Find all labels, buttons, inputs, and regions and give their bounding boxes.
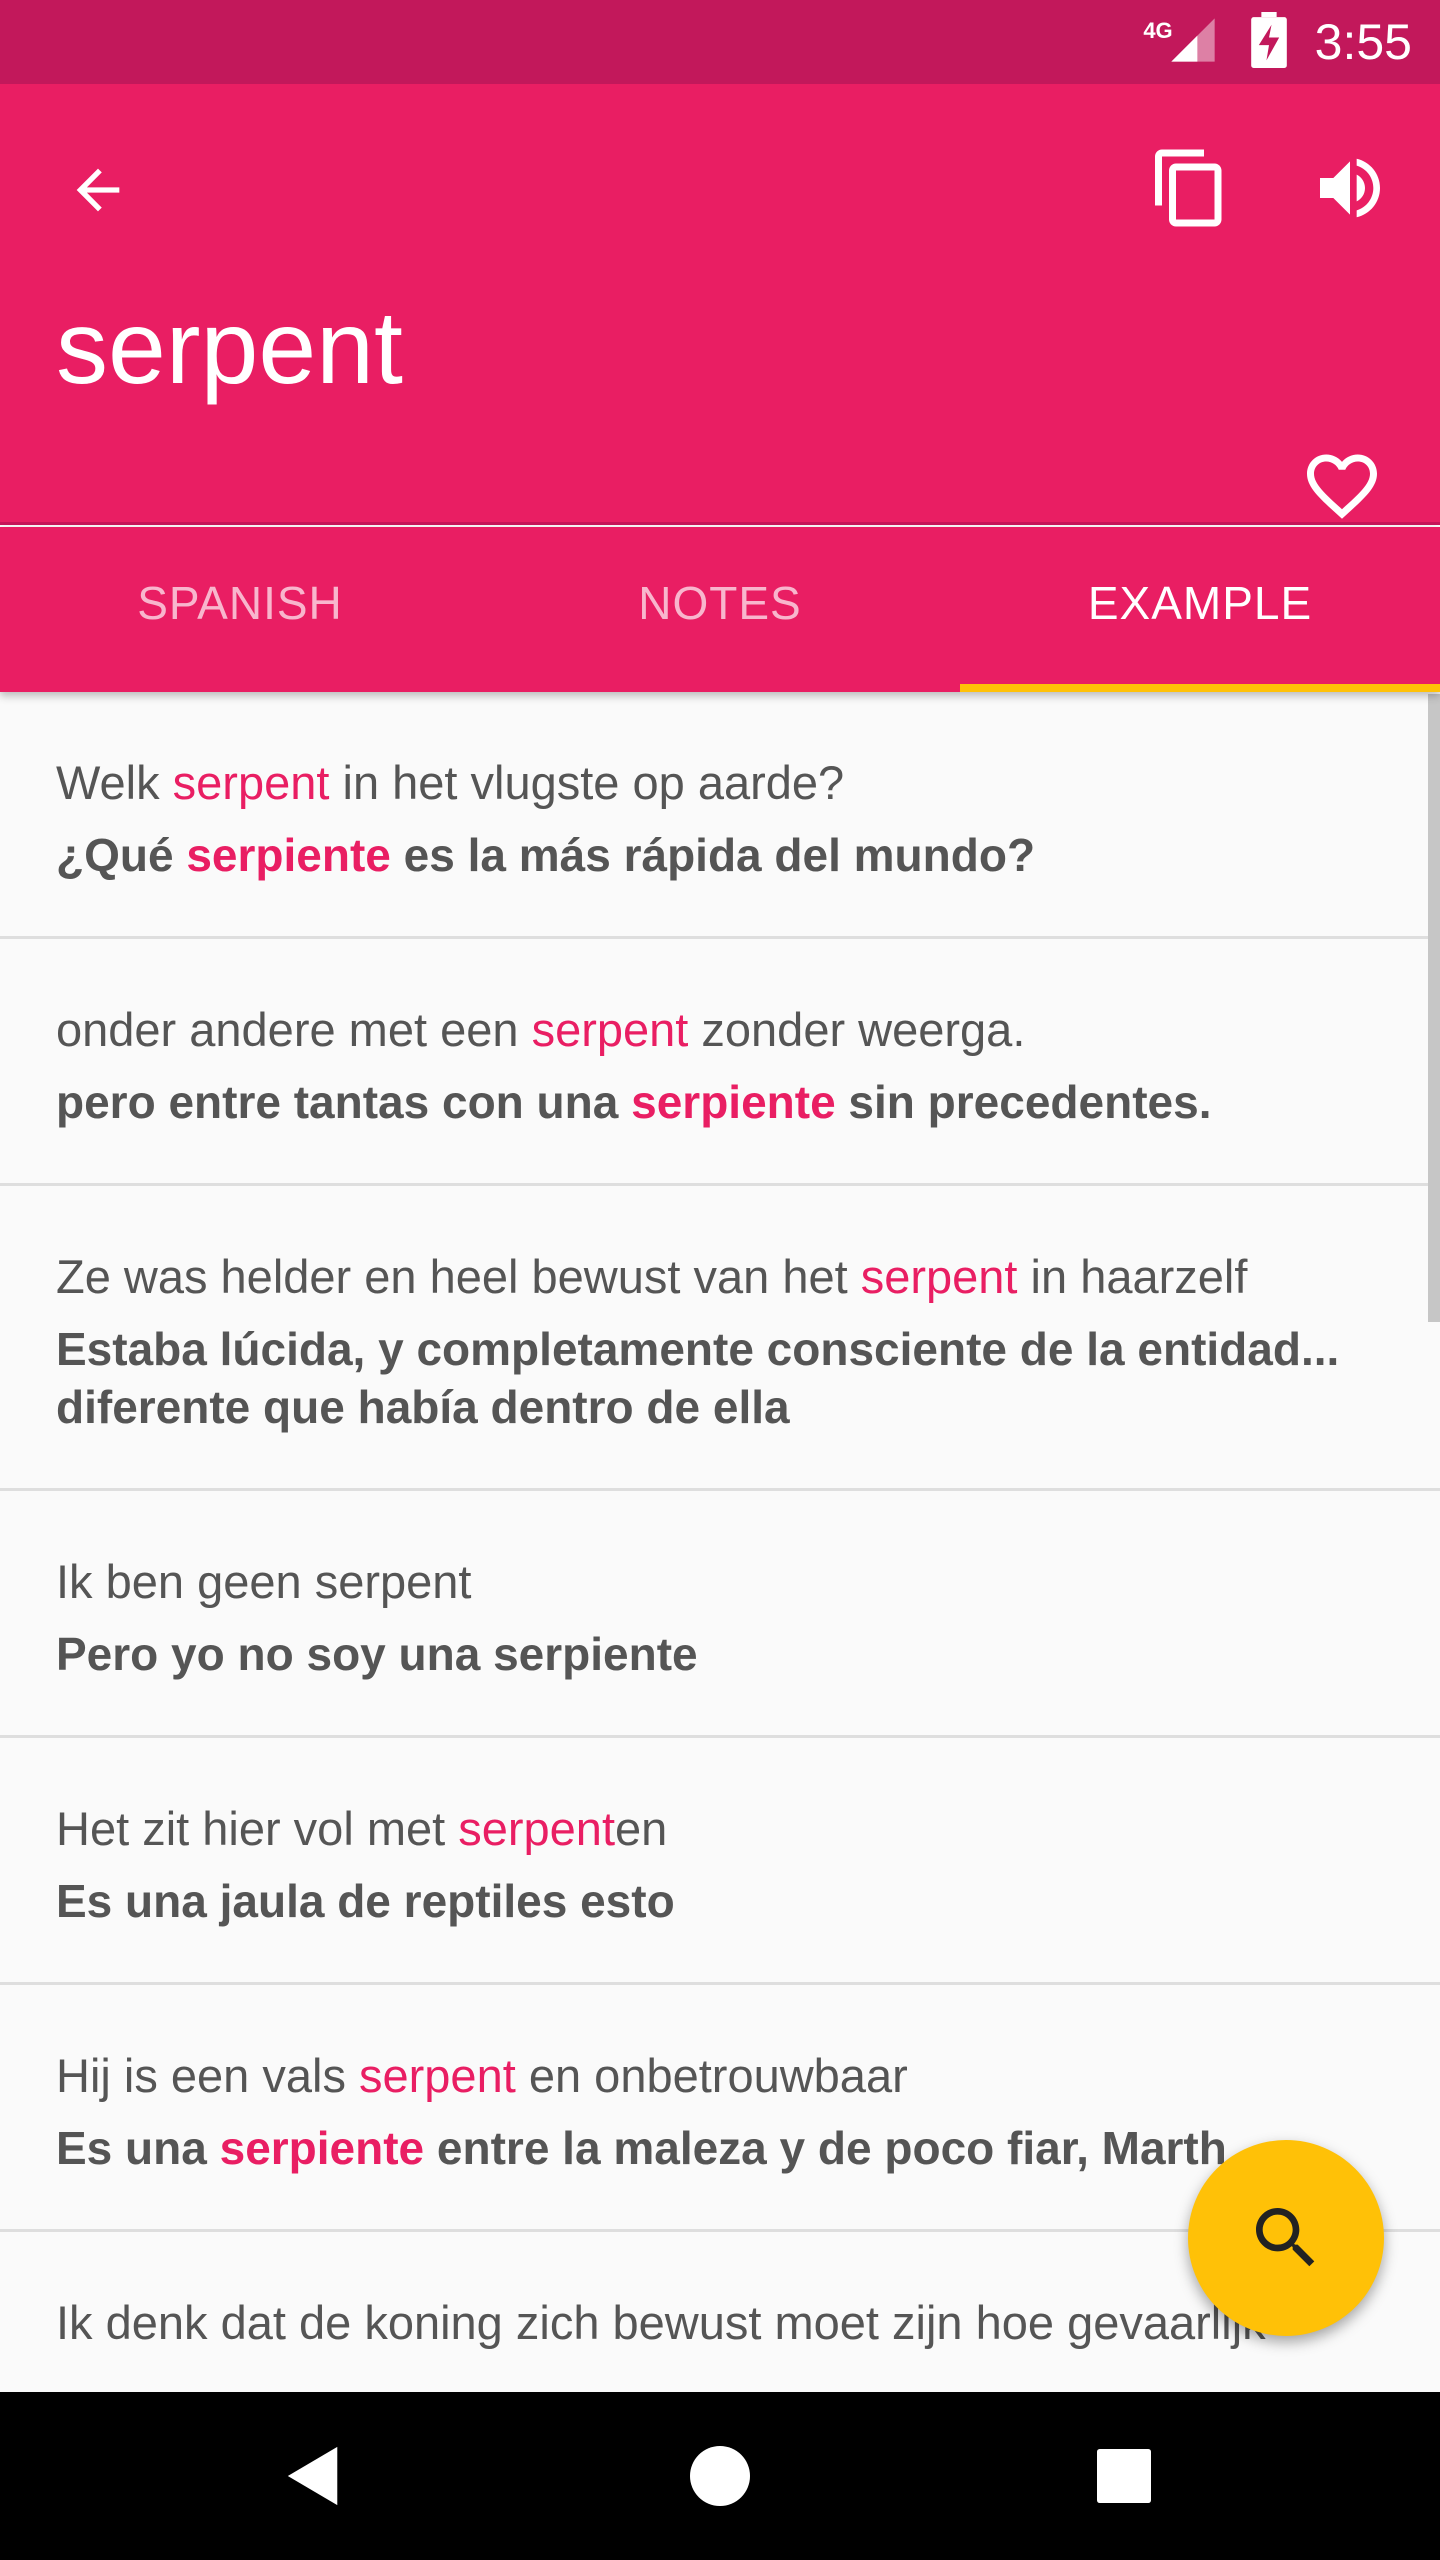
tab-notes[interactable]: NOTES — [480, 527, 960, 692]
list-item[interactable]: onder andere met een serpent zonder weer… — [0, 939, 1440, 1186]
dutch-sentence: Welk serpent in het vlugste op aarde? — [56, 754, 1384, 812]
spanish-translation: Es una serpiente entre la maleza y de po… — [56, 2119, 1384, 2177]
spanish-translation: ¿Qué serpiente es la más rápida del mund… — [56, 826, 1384, 884]
dutch-sentence: Het zit hier vol met serpenten — [56, 1800, 1384, 1858]
list-item[interactable]: Het zit hier vol met serpenten Es una jau… — [0, 1738, 1440, 1985]
spanish-translation: Es una jaula de reptiles esto — [56, 1872, 1384, 1930]
favorite-button[interactable] — [1292, 436, 1392, 536]
app-bar: serpent — [0, 84, 1440, 525]
clock: 3:55 — [1314, 14, 1412, 70]
sentence-segment: pero entre tantas con una — [56, 1076, 632, 1128]
home-circle-icon — [690, 2446, 750, 2506]
back-button[interactable] — [56, 148, 140, 232]
app-bar-divider — [0, 522, 1440, 525]
sentence-segment: es la más rápida del mundo? — [390, 829, 1036, 881]
sentence-segment: sin precedentes. — [835, 1076, 1212, 1128]
battery-charging-icon — [1249, 11, 1289, 73]
sentence-segment: ¿Qué — [56, 829, 187, 881]
sentence-segment: in haarzelf — [1017, 1250, 1248, 1303]
highlighted-term: serpent — [860, 1250, 1018, 1303]
sentence-segment: en — [615, 1802, 668, 1855]
sentence-segment: Het zit hier vol met — [56, 1802, 459, 1855]
copy-button[interactable] — [1140, 138, 1240, 238]
volume-up-icon — [1320, 158, 1380, 218]
arrow-back-icon — [76, 168, 120, 212]
highlighted-term: serpent — [458, 1802, 616, 1855]
copy-icon — [1155, 149, 1222, 227]
signal-icon — [1167, 14, 1219, 71]
sentence-segment: Hij is een vals — [56, 2049, 359, 2102]
sentence-segment: Pero yo no soy una serpiente — [56, 1628, 698, 1680]
dutch-sentence: Ze was helder en heel bewust van het ser… — [56, 1248, 1384, 1306]
speak-button[interactable] — [1300, 138, 1400, 238]
back-triangle-icon — [287, 2446, 338, 2506]
highlighted-term: serpiente — [186, 829, 391, 881]
nav-back-button[interactable] — [264, 2426, 364, 2526]
spanish-translation: Estaba lúcida, y completamente conscient… — [56, 1320, 1384, 1436]
tab-bar: SPANISH NOTES EXAMPLE — [0, 527, 1440, 692]
sentence-segment: Ik ben geen serpent — [56, 1555, 472, 1608]
sentence-segment: in het vlugste op aarde? — [329, 756, 845, 809]
sentence-segment: Welk — [56, 756, 173, 809]
sentence-segment: Estaba lúcida, y completamente conscient… — [56, 1323, 1340, 1433]
dutch-sentence: Ik ben geen serpent — [56, 1553, 1384, 1611]
dutch-sentence: Hij is een vals serpent en onbetrouwbaar — [56, 2047, 1384, 2105]
sentence-segment: Ze was helder en heel bewust van het — [56, 1250, 861, 1303]
status-bar: 4G 3:55 — [0, 0, 1440, 84]
sentence-segment: en onbetrouwbaar — [515, 2049, 908, 2102]
highlighted-term: serpiente — [631, 1076, 836, 1128]
sentence-segment: Es una — [56, 2122, 220, 2174]
list-item[interactable]: Ze was helder en heel bewust van het ser… — [0, 1186, 1440, 1491]
search-icon — [1256, 2208, 1315, 2267]
sentence-segment: Ik denk dat de koning zich bewust moet z… — [56, 2296, 1266, 2349]
scrollbar[interactable] — [1428, 694, 1440, 1322]
recents-square-icon — [1097, 2449, 1151, 2503]
dutch-sentence: onder andere met een serpent zonder weer… — [56, 1001, 1384, 1059]
nav-recents-button[interactable] — [1074, 2426, 1174, 2526]
highlighted-term: serpent — [172, 756, 330, 809]
sentence-segment: Es una jaula de reptiles esto — [56, 1875, 675, 1927]
highlighted-term: serpent — [531, 1003, 689, 1056]
dutch-sentence: Ik denk dat de koning zich bewust moet z… — [56, 2294, 1384, 2352]
tab-example[interactable]: EXAMPLE — [960, 527, 1440, 692]
spanish-translation: pero entre tantas con una serpiente sin … — [56, 1073, 1384, 1131]
example-list[interactable]: Welk serpent in het vlugste op aarde? ¿Qu… — [0, 692, 1440, 2392]
search-fab-button[interactable] — [1188, 2140, 1384, 2336]
spanish-translation: Pero yo no soy una serpiente — [56, 1625, 1384, 1683]
tab-spanish[interactable]: SPANISH — [0, 527, 480, 692]
system-nav-bar — [0, 2392, 1440, 2560]
list-item[interactable]: Ik ben geen serpent Pero yo no soy una se… — [0, 1491, 1440, 1738]
sentence-segment: entre la maleza y de poco fiar, Marth — [424, 2122, 1227, 2174]
sentence-segment: onder andere met een — [56, 1003, 532, 1056]
highlighted-term: serpiente — [219, 2122, 425, 2174]
heart-outline-icon — [1307, 454, 1377, 519]
nav-home-button[interactable] — [670, 2426, 770, 2526]
highlighted-term: serpent — [359, 2049, 516, 2102]
sentence-segment: zonder weerga. — [688, 1003, 1026, 1056]
word-title: serpent — [56, 290, 403, 406]
list-item[interactable]: Welk serpent in het vlugste op aarde? ¿Qu… — [0, 692, 1440, 939]
